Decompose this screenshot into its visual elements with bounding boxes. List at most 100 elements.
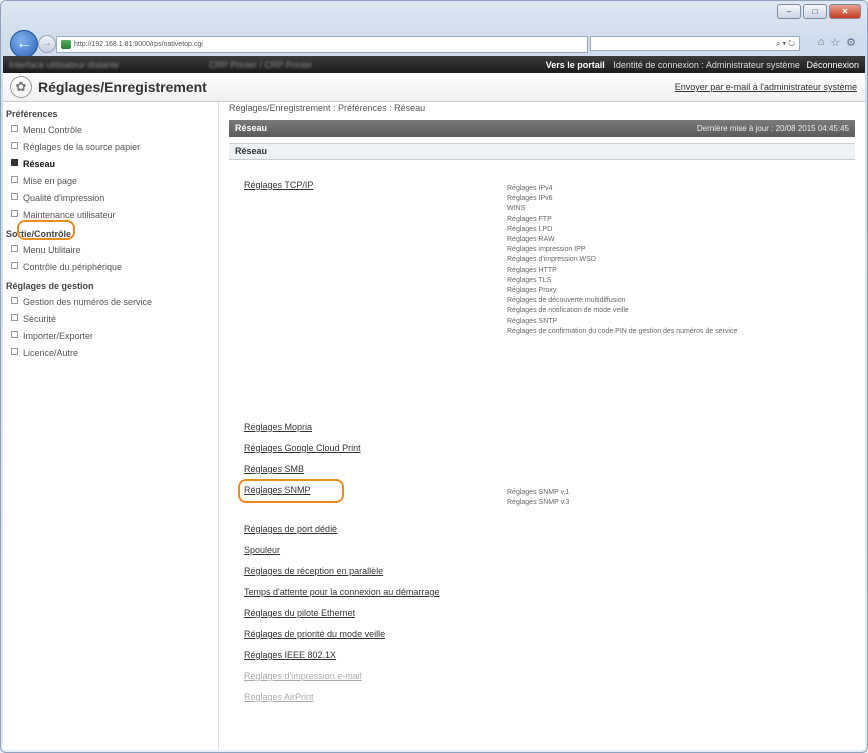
sidebar-item-menu-controle[interactable]: Menu Contrôle <box>3 122 218 139</box>
logout-link[interactable]: Déconnexion <box>806 60 859 70</box>
sidebar-item-securite[interactable]: Sécurité <box>3 311 218 328</box>
address-bar[interactable]: http://192.168.1.81:8000/rps/nativetop.c… <box>56 36 588 53</box>
sidebar-item-source-papier[interactable]: Réglages de la source papier <box>3 139 218 156</box>
sidebar-item-label: Mise en page <box>23 176 78 186</box>
detail-item: Réglages d'impression WSD <box>507 256 596 264</box>
site-favicon-icon <box>61 40 71 49</box>
bullet-icon <box>11 314 18 321</box>
detail-item: Réglages HTTP <box>507 266 557 274</box>
snmp-details: Réglages SNMP v.1 Réglages SNMP v.3 <box>507 488 569 508</box>
back-button[interactable]: ← <box>10 30 38 58</box>
browser-window: – □ ✕ ← → http://192.168.1.81:8000/rps/n… <box>0 0 868 753</box>
bullet-icon <box>11 176 18 183</box>
snmp-highlight <box>238 479 344 503</box>
detail-item: Réglages IPv6 <box>507 195 553 203</box>
forward-button[interactable]: → <box>38 35 56 53</box>
sidebar-item-qualite[interactable]: Qualité d'impression <box>3 190 218 207</box>
bullet-icon <box>11 297 18 304</box>
detail-item: Réglages SNMP v.3 <box>507 499 570 507</box>
detail-item: Réglages Proxy <box>507 287 557 295</box>
sidebar-item-licence[interactable]: Licence/Autre <box>3 345 218 362</box>
detail-item: Réglages RAW <box>507 236 555 244</box>
sidebar: Préférences Menu Contrôle Réglages de la… <box>3 102 219 750</box>
bullet-icon <box>11 159 18 166</box>
detail-item: Réglages impression IPP <box>507 246 586 254</box>
address-tools[interactable]: ⌕ ▾ ↻ <box>590 36 800 51</box>
sidebar-item-reseau[interactable]: Réseau <box>3 156 218 173</box>
link-ieee-8021x[interactable]: Réglages IEEE 802.1X <box>244 650 336 660</box>
home-icon[interactable]: ⌂ <box>818 36 825 49</box>
sidebar-item-label: Réglages de la source papier <box>23 142 141 152</box>
detail-item: Réglages de confirmation du code PIN de … <box>507 327 738 335</box>
link-port-dedie[interactable]: Réglages de port dédié <box>244 524 337 534</box>
browser-toolbar-icons: ⌂ ☆ ⚙ <box>818 36 856 49</box>
settings-gear-icon[interactable]: ⚙ <box>846 36 856 49</box>
login-identity: Identité de connexion : Administrateur s… <box>613 59 800 70</box>
sidebar-item-label: Licence/Autre <box>23 348 79 358</box>
device-name: Interface utilisateur distante <box>9 59 120 70</box>
bullet-icon <box>11 125 18 132</box>
section-header: Réseau Dernière mise à jour : 20/08 2015… <box>229 120 855 137</box>
sidebar-item-label: Menu Utilitaire <box>23 245 81 255</box>
page-title: Réglages/Enregistrement <box>38 79 207 95</box>
address-url: http://192.168.1.81:8000/rps/nativetop.c… <box>74 41 203 48</box>
detail-item: Réglages de notification de mode veille <box>507 307 629 315</box>
sidebar-item-controle-peripherique[interactable]: Contrôle du périphérique <box>3 259 218 276</box>
link-spouleur[interactable]: Spouleur <box>244 545 280 555</box>
tcpip-details: Réglages IPv4 Réglages IPv6 WINS Réglage… <box>507 184 737 337</box>
link-mopria[interactable]: Réglages Mopria <box>244 422 312 432</box>
bullet-icon <box>11 142 18 149</box>
link-reception-parallele[interactable]: Réglages de réception en parallèle <box>244 566 383 576</box>
sidebar-item-label: Qualité d'impression <box>23 193 105 203</box>
page-content: Interface utilisateur distante CRP Print… <box>3 56 865 750</box>
device-model: CRP Printer / CRP Printer <box>209 59 313 70</box>
link-tcpip[interactable]: Réglages TCP/IP <box>244 180 313 190</box>
detail-item: Réglages IPv4 <box>507 185 553 192</box>
detail-item: Réglages FTP <box>507 215 552 223</box>
sidebar-item-label: Réseau <box>23 159 56 169</box>
top-bar: Interface utilisateur distante CRP Print… <box>3 56 865 73</box>
window-controls: – □ ✕ <box>777 4 861 19</box>
bullet-icon <box>11 348 18 355</box>
detail-item: WINS <box>507 205 526 213</box>
link-priorite-veille[interactable]: Réglages de priorité du mode veille <box>244 629 385 639</box>
last-update: Dernière mise à jour : 20/08 2015 04:45:… <box>696 124 849 133</box>
detail-item: Réglages de découverte multidiffusion <box>507 297 626 305</box>
link-pilote-ethernet[interactable]: Réglages du pilote Ethernet <box>244 608 355 618</box>
sidebar-item-label: Sécurité <box>23 314 57 324</box>
sidebar-item-label: Importer/Exporter <box>23 331 94 341</box>
bullet-icon <box>11 262 18 269</box>
link-google-cloud-print[interactable]: Réglages Google Cloud Print <box>244 443 361 453</box>
section-title: Réseau <box>235 123 268 133</box>
detail-item: Réglages LPD <box>507 225 553 233</box>
bullet-icon <box>11 245 18 252</box>
sidebar-item-importer-exporter[interactable]: Importer/Exporter <box>3 328 218 345</box>
link-smb[interactable]: Réglages SMB <box>244 464 304 474</box>
sidebar-item-numeros-service[interactable]: Gestion des numéros de service <box>3 294 218 311</box>
main-panel: Réglages/Enregistrement : Préférences : … <box>229 102 855 750</box>
favorites-star-icon[interactable]: ☆ <box>830 36 840 49</box>
sidebar-item-mise-en-page[interactable]: Mise en page <box>3 173 218 190</box>
bullet-icon <box>11 210 18 217</box>
subsection-header: Réseau <box>229 143 855 160</box>
sidebar-item-label: Maintenance utilisateur <box>23 210 116 220</box>
detail-item: Réglages SNTP <box>507 317 558 325</box>
selected-item-highlight <box>17 220 75 240</box>
maximize-button[interactable]: □ <box>803 4 827 19</box>
settings-logo-icon: ✿ <box>10 76 32 98</box>
mail-admin-link[interactable]: Envoyer par e-mail à l'administrateur sy… <box>675 82 857 92</box>
page-header: ✿ Réglages/Enregistrement Envoyer par e-… <box>3 73 865 102</box>
portal-link[interactable]: Vers le portail <box>546 60 605 70</box>
detail-item: Réglages SNMP v.1 <box>507 489 570 496</box>
detail-item: Réglages TLS <box>507 276 552 284</box>
sidebar-group-preferences: Préférences <box>6 109 58 119</box>
link-temps-attente[interactable]: Temps d'attente pour la connexion au dém… <box>244 587 439 597</box>
bullet-icon <box>11 331 18 338</box>
bullet-icon <box>11 193 18 200</box>
sidebar-item-utilitaire[interactable]: Menu Utilitaire <box>3 242 218 259</box>
sidebar-item-label: Menu Contrôle <box>23 125 83 135</box>
link-impression-email: Réglages d'impression e-mail <box>244 671 362 681</box>
minimize-button[interactable]: – <box>777 4 801 19</box>
close-button[interactable]: ✕ <box>829 4 861 19</box>
breadcrumb: Réglages/Enregistrement : Préférences : … <box>229 103 426 113</box>
